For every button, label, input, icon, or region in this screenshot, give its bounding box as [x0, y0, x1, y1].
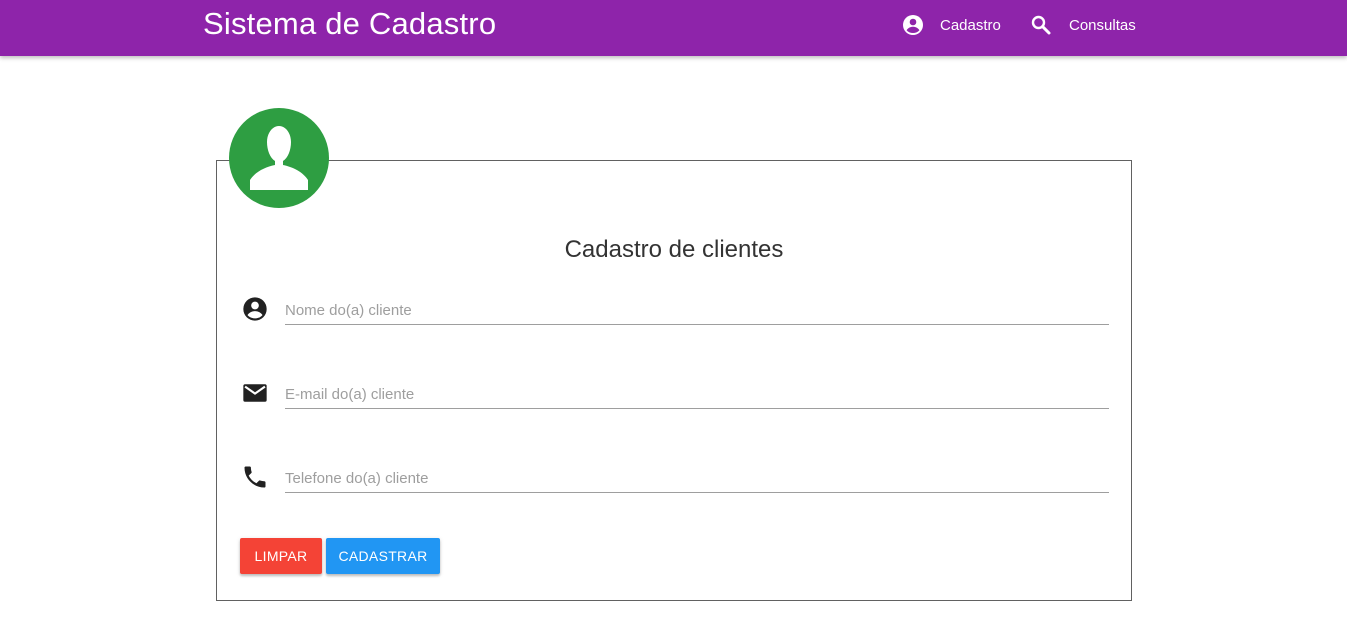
email-input[interactable] — [285, 380, 1109, 409]
nav-item-cadastro[interactable]: Cadastro — [901, 12, 1001, 38]
person-silhouette-icon — [250, 126, 308, 190]
clear-button[interactable]: LIMPAR — [240, 538, 322, 574]
phone-icon — [241, 463, 269, 491]
top-navbar: Sistema de Cadastro Cadastro Consultas — [0, 0, 1347, 56]
nav-item-consultas[interactable]: Consultas — [1029, 12, 1136, 38]
avatar — [229, 108, 329, 208]
brand-title[interactable]: Sistema de Cadastro — [203, 6, 496, 42]
nav-label-cadastro: Cadastro — [940, 16, 1001, 34]
name-input[interactable] — [285, 296, 1109, 325]
email-icon — [241, 379, 269, 407]
account-circle-icon — [901, 13, 925, 37]
search-icon — [1029, 13, 1053, 37]
submit-button[interactable]: CADASTRAR — [326, 538, 440, 574]
form-title: Cadastro de clientes — [564, 236, 784, 263]
phone-input[interactable] — [285, 464, 1109, 493]
nav-label-consultas: Consultas — [1069, 16, 1136, 34]
account-circle-icon — [241, 295, 269, 323]
